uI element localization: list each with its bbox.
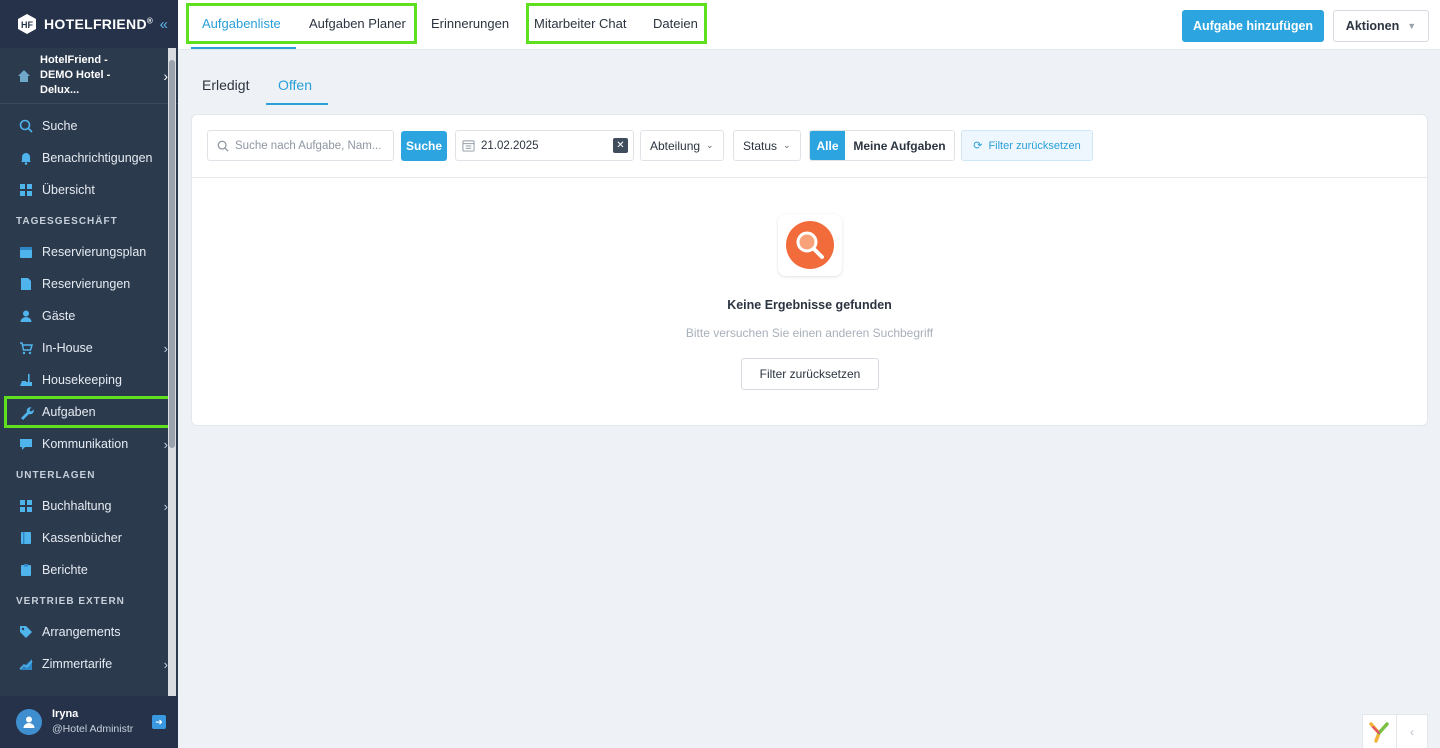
sidebar-header: HF HOTELFRIEND® « <box>0 0 178 48</box>
filter-bar: Suche 21.02.2025 ✕ Abteilung ⌄ Status ⌄ … <box>192 115 1427 178</box>
sidebar-item-aufgaben[interactable]: Aufgaben <box>4 396 172 428</box>
logout-icon[interactable]: ➜ <box>152 715 166 729</box>
book-icon <box>18 530 34 546</box>
empty-state-illustration <box>778 214 842 276</box>
sidebar-item-kommunikation[interactable]: Kommunikation › <box>0 428 178 460</box>
sidebar-item-suche[interactable]: Suche <box>0 110 178 142</box>
sidebar-item-benachrichtigungen[interactable]: Benachrichtigungen <box>0 142 178 174</box>
sidebar-item-arrangements[interactable]: Arrangements <box>0 616 178 648</box>
tag-icon <box>18 624 34 640</box>
section-vertrieb-extern: VERTRIEB EXTERN <box>16 595 125 607</box>
magnifier-icon <box>786 221 834 269</box>
chevron-left-icon[interactable]: ‹ <box>1395 715 1427 748</box>
svg-text:HF: HF <box>21 20 33 30</box>
user-icon <box>23 716 35 728</box>
caret-down-icon: ▼ <box>1407 21 1417 31</box>
calendar-icon <box>18 244 34 260</box>
actions-dropdown[interactable]: Aktionen ▼ <box>1333 10 1429 42</box>
sidebar-item-berichte[interactable]: Berichte <box>0 554 178 586</box>
tasks-panel: Suche 21.02.2025 ✕ Abteilung ⌄ Status ⌄ … <box>191 114 1428 426</box>
sidebar-item-zimmertarife[interactable]: Zimmertarife › <box>0 648 178 680</box>
section-unterlagen: UNTERLAGEN <box>16 469 96 481</box>
grid-icon <box>18 498 34 514</box>
user-role: @Hotel Administr <box>52 723 134 735</box>
tab-erinnerungen[interactable]: Erinnerungen <box>431 16 509 31</box>
search-icon <box>18 118 34 134</box>
sidebar-item-reservierungsplan[interactable]: Reservierungsplan <box>0 236 178 268</box>
brand-name: HOTELFRIEND® <box>44 16 154 32</box>
date-value: 21.02.2025 <box>481 139 539 152</box>
wrench-icon <box>18 404 34 420</box>
empty-state-reset-button[interactable]: Filter zurücksetzen <box>741 358 879 390</box>
add-task-button[interactable]: Aufgabe hinzufügen <box>1182 10 1324 42</box>
search-icon <box>217 140 229 152</box>
sidebar-item-reservierungen[interactable]: Reservierungen <box>0 268 178 300</box>
user-icon <box>18 308 34 324</box>
search-button[interactable]: Suche <box>401 131 447 161</box>
cart-icon <box>18 340 34 356</box>
department-dropdown[interactable]: Abteilung ⌄ <box>640 130 724 161</box>
hotel-selector[interactable]: HotelFriend - DEMO Hotel - Delux... › <box>0 48 178 104</box>
chevron-down-icon: ⌄ <box>706 140 714 150</box>
avatar <box>16 709 42 735</box>
highlight-box-chat-tabs <box>526 3 707 44</box>
date-picker[interactable]: 21.02.2025 ✕ <box>455 130 634 161</box>
sidebar-item-in-house[interactable]: In-House › <box>0 332 178 364</box>
empty-state-subtitle: Bitte versuchen Sie einen anderen Suchbe… <box>685 326 934 340</box>
sidebar-item-housekeeping[interactable]: Housekeeping <box>0 364 178 396</box>
broom-icon <box>18 372 34 388</box>
sidebar-scrollbar-thumb[interactable] <box>169 60 175 448</box>
clear-date-icon[interactable]: ✕ <box>613 138 628 153</box>
sidebar-item-uebersicht[interactable]: Übersicht <box>0 174 178 206</box>
sidebar: HF HOTELFRIEND® « HotelFriend - DEMO Hot… <box>0 0 178 748</box>
bell-icon <box>18 150 34 166</box>
corner-widget: ‹ <box>1362 714 1428 748</box>
user-name: Iryna <box>52 708 79 720</box>
dashboard-icon <box>18 182 34 198</box>
hotelfriend-logo-icon: HF <box>18 14 36 34</box>
status-dropdown[interactable]: Status ⌄ <box>733 130 801 161</box>
filter-all-button[interactable]: Alle <box>810 131 845 160</box>
filter-my-tasks-button[interactable]: Meine Aufgaben <box>845 131 954 160</box>
section-tagesgeschaeft: TAGESGESCHÄFT <box>16 215 118 227</box>
assignee-toggle: Alle Meine Aufgaben <box>809 130 955 161</box>
active-subtab-indicator <box>266 103 328 105</box>
refresh-icon: ⟳ <box>973 140 983 152</box>
collapse-sidebar-icon[interactable]: « <box>160 16 168 33</box>
search-input[interactable] <box>235 139 385 152</box>
calendar-icon <box>462 140 475 152</box>
top-bar: Aufgabenliste Aufgaben Planer Erinnerung… <box>178 0 1440 50</box>
home-icon <box>18 69 30 82</box>
document-icon <box>18 276 34 292</box>
user-info: Iryna @Hotel Administr <box>52 707 133 737</box>
chat-icon <box>18 436 34 452</box>
sidebar-item-kassenbuecher[interactable]: Kassenbücher <box>0 522 178 554</box>
subtab-offen[interactable]: Offen <box>278 77 312 93</box>
user-profile[interactable]: Iryna @Hotel Administr ➜ <box>0 696 178 748</box>
clipboard-icon <box>18 562 34 578</box>
hotel-name: HotelFriend - DEMO Hotel - Delux... <box>40 54 111 96</box>
active-tab-indicator <box>191 47 296 49</box>
sidebar-item-gaeste[interactable]: Gäste <box>0 300 178 332</box>
empty-state-title: Keine Ergebnisse gefunden <box>727 298 892 312</box>
highlight-box-planning-tabs <box>186 3 417 44</box>
search-field[interactable] <box>207 130 394 161</box>
widget-logo-icon[interactable] <box>1363 721 1396 743</box>
chart-icon <box>18 656 34 672</box>
sidebar-nav: Suche Benachrichtigungen Übersicht TAGES… <box>0 104 178 680</box>
chevron-down-icon: ⌄ <box>783 140 791 150</box>
sidebar-item-buchhaltung[interactable]: Buchhaltung › <box>0 490 178 522</box>
reset-filters-button[interactable]: ⟳ Filter zurücksetzen <box>961 130 1093 161</box>
subtab-erledigt[interactable]: Erledigt <box>202 77 249 93</box>
